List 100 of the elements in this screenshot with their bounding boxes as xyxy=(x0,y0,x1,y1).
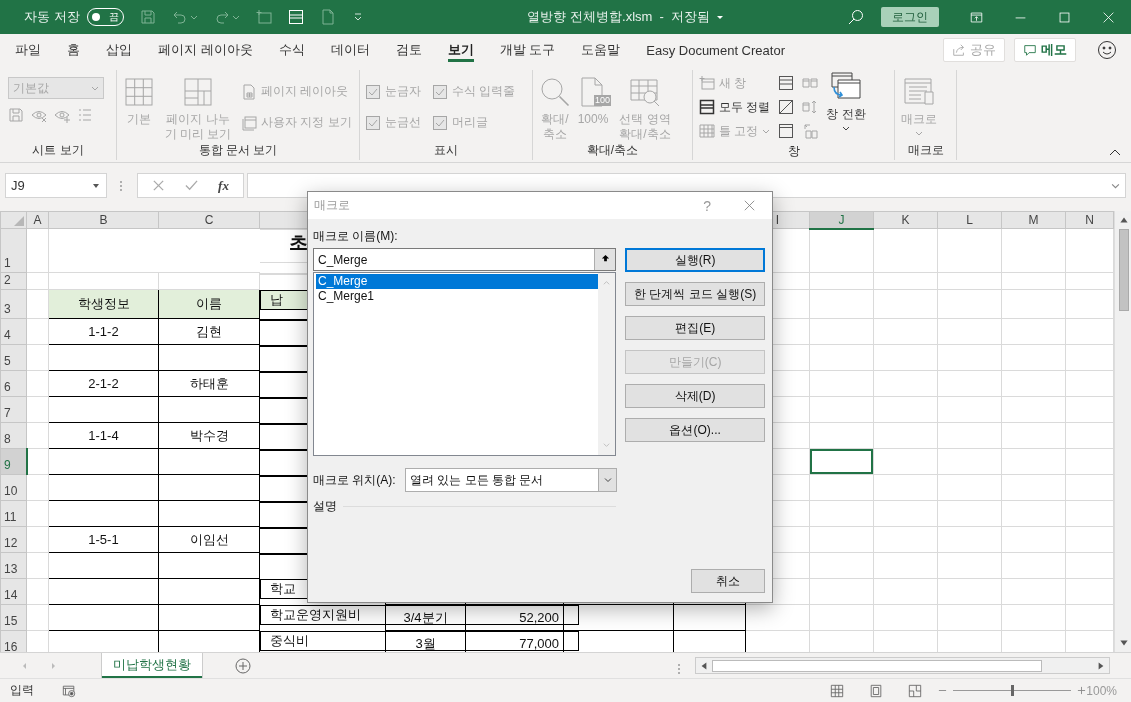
column-header[interactable]: L xyxy=(937,211,1002,229)
new-window-icon xyxy=(699,75,715,91)
scroll-thumb[interactable] xyxy=(712,659,1043,672)
dialog-button[interactable]: 옵션(O)... xyxy=(625,418,765,442)
split-handle-icon[interactable] xyxy=(677,663,681,675)
page-layout-icon[interactable] xyxy=(869,683,884,698)
window-icon[interactable] xyxy=(778,99,795,115)
menu-tab[interactable]: 데이터 xyxy=(317,34,383,66)
insert-function-button[interactable]: fx xyxy=(218,177,229,194)
ribbon-button[interactable]: 모두 정렬 xyxy=(699,98,771,116)
dropdown-button[interactable] xyxy=(598,469,616,491)
new-window-icon[interactable] xyxy=(255,9,272,25)
dialog-button[interactable]: 편집(E) xyxy=(625,316,765,340)
chevron-down-icon xyxy=(91,84,99,92)
row-header[interactable]: 3 xyxy=(0,289,27,319)
caret-icon xyxy=(762,127,771,135)
column-header[interactable]: N xyxy=(1065,211,1114,229)
list-scrollbar[interactable] xyxy=(598,273,616,455)
page-break-icon[interactable] xyxy=(908,683,923,698)
menu-tab[interactable]: 수식 xyxy=(265,34,318,66)
location-label: 매크로 위치(A): xyxy=(313,471,397,489)
menu-tab[interactable]: 삽입 xyxy=(93,34,145,66)
row-header[interactable]: 7 xyxy=(0,396,27,423)
form-icon[interactable] xyxy=(287,9,304,25)
row-header[interactable]: 9 xyxy=(0,448,27,475)
table-cell: 1-5-1 xyxy=(48,526,159,553)
expand-icon[interactable] xyxy=(1111,181,1120,190)
comments-button[interactable]: 메모 xyxy=(1014,38,1076,62)
column-header[interactable]: A xyxy=(26,211,49,229)
row-header[interactable]: 10 xyxy=(0,474,27,501)
menu-tab[interactable]: 도움말 xyxy=(568,34,634,66)
window-icon[interactable] xyxy=(778,123,795,139)
row-header[interactable]: 13 xyxy=(0,552,27,579)
vertical-scrollbar[interactable] xyxy=(1114,211,1131,652)
row-header[interactable]: 15 xyxy=(0,604,27,631)
location-dropdown[interactable]: 열려 있는 모든 통합 문서 xyxy=(405,468,617,492)
dialog-button[interactable]: 실행(R) xyxy=(625,248,765,272)
column-header[interactable]: M xyxy=(1001,211,1066,229)
row-header[interactable]: 12 xyxy=(0,526,27,553)
menu-tab[interactable]: 페이지 레이아웃 xyxy=(145,34,266,66)
dialog-button[interactable]: 한 단계씩 코드 실행(S) xyxy=(625,282,765,306)
collapse-ribbon-icon[interactable] xyxy=(1109,148,1121,156)
add-sheet-icon[interactable] xyxy=(235,657,251,674)
chevron-up-icon[interactable] xyxy=(602,278,612,287)
dialog-button[interactable]: 삭제(D) xyxy=(625,384,765,408)
column-header[interactable]: J xyxy=(809,211,874,229)
column-header[interactable]: B xyxy=(48,211,159,229)
zoom-slider-thumb[interactable] xyxy=(1011,685,1015,696)
menu-tab[interactable]: 파일 xyxy=(2,34,54,66)
name-box[interactable]: J9 xyxy=(5,173,107,198)
table-cell: 김현 xyxy=(158,318,260,345)
checkmark-icon[interactable] xyxy=(185,179,199,192)
smiley-icon[interactable] xyxy=(1097,40,1117,60)
scroll-thumb[interactable] xyxy=(1118,229,1129,311)
row-header[interactable]: 1 xyxy=(0,228,27,273)
ribbon-button[interactable]: 창 전환 xyxy=(826,71,866,132)
undo-icon[interactable] xyxy=(171,9,188,25)
caret-icon[interactable] xyxy=(231,13,240,21)
cancel-icon[interactable] xyxy=(152,179,165,192)
row-header[interactable]: 8 xyxy=(0,422,27,449)
close-icon[interactable] xyxy=(744,200,755,211)
sign-in-button[interactable]: 로그인 xyxy=(881,7,939,27)
sheet-tab[interactable]: 미납학생현황 xyxy=(102,653,202,678)
page-icon[interactable] xyxy=(319,9,336,25)
row-header[interactable]: 5 xyxy=(0,344,27,371)
column-header[interactable]: C xyxy=(158,211,260,229)
row-header[interactable]: 11 xyxy=(0,500,27,527)
row-header[interactable]: 4 xyxy=(0,318,27,345)
row-header[interactable]: 16 xyxy=(0,630,27,652)
table-cell: 하태훈 xyxy=(158,370,260,397)
grid-icon xyxy=(182,76,214,108)
menu-tab[interactable]: 검토 xyxy=(382,34,435,66)
select-all-button[interactable] xyxy=(0,211,27,229)
chevron-down-icon[interactable] xyxy=(602,441,612,450)
redo-icon[interactable] xyxy=(213,9,230,25)
zoom-in-icon[interactable] xyxy=(1077,686,1087,695)
horizontal-scrollbar[interactable] xyxy=(695,657,1110,674)
macro-list[interactable]: C_Merge C_Merge1 xyxy=(313,272,617,456)
caret-icon[interactable] xyxy=(716,13,725,21)
ribbon-display-icon[interactable] xyxy=(970,10,983,24)
normal-view-icon[interactable] xyxy=(830,683,845,698)
row-header[interactable]: 6 xyxy=(0,370,27,397)
column-header[interactable]: K xyxy=(873,211,938,229)
table-cell: 1-1-2 xyxy=(48,318,159,345)
caret-icon[interactable] xyxy=(189,13,198,21)
macro-record-icon[interactable] xyxy=(62,683,76,698)
search-icon[interactable] xyxy=(848,9,864,25)
cancel-button[interactable]: 취소 xyxy=(691,569,765,593)
selected-cell[interactable] xyxy=(809,448,874,475)
maximize-icon[interactable] xyxy=(1058,10,1071,24)
window-title: 열방향 전체병합.xlsm - 저장됨 xyxy=(527,8,711,26)
menu-tab[interactable]: 개발 도구 xyxy=(486,34,569,66)
menu-tab[interactable]: 홈 xyxy=(54,34,93,66)
table-cell: 이임선 xyxy=(158,526,260,553)
menu-tab[interactable]: Easy Document Creator xyxy=(633,34,798,66)
menu-tab[interactable]: 보기 xyxy=(434,34,487,66)
macro-list-item[interactable]: C_Merge xyxy=(316,274,599,289)
row-header[interactable]: 14 xyxy=(0,578,27,605)
window-icon[interactable] xyxy=(778,75,795,91)
split-handle-icon[interactable] xyxy=(119,180,123,192)
